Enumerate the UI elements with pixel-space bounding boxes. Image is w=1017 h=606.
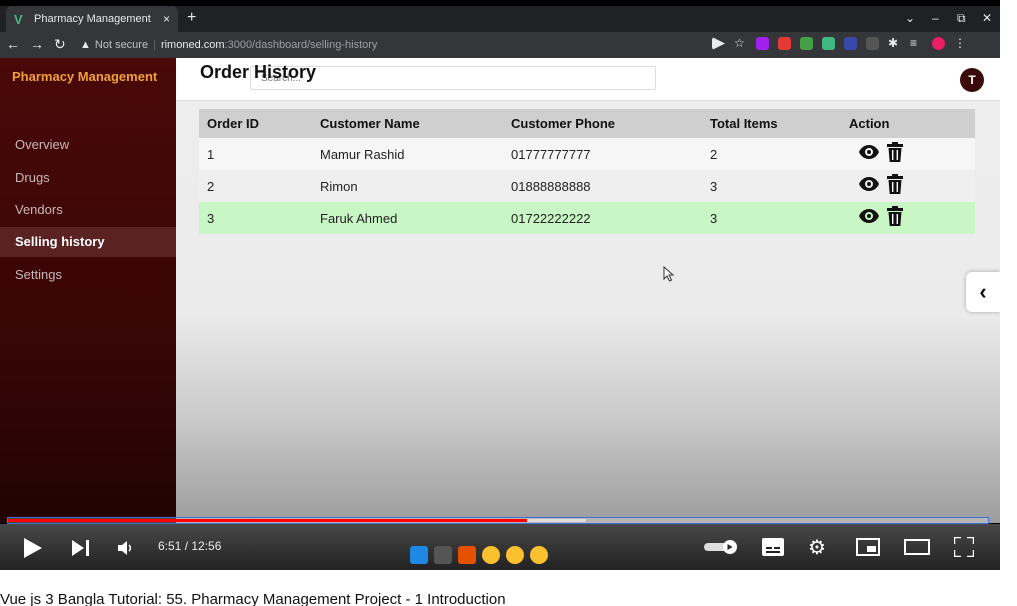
theater-mode-icon[interactable] (904, 539, 930, 555)
header-customer-name: Customer Name (320, 116, 420, 131)
sidebar-item-vendors[interactable]: Vendors (0, 195, 176, 225)
extension-icon[interactable] (866, 37, 879, 50)
extensions-area: ☆ ✱ ≡ ⋮ (712, 37, 967, 50)
header-action: Action (849, 116, 890, 131)
close-window-icon[interactable]: ✕ (982, 11, 992, 25)
minimize-icon[interactable]: – (932, 11, 939, 25)
tab-close-icon[interactable]: × (163, 12, 170, 26)
customer-phone: 01777777777 (511, 146, 591, 162)
header-total-items: Total Items (710, 116, 778, 131)
chrome-icon (482, 546, 500, 564)
brand-title: Pharmacy Management (12, 69, 158, 84)
video-title: Vue js 3 Bangla Tutorial: 55. Pharmacy M… (0, 591, 506, 606)
new-tab-button[interactable]: + (187, 9, 196, 27)
row-actions (859, 174, 903, 194)
header-order-id: Order ID (207, 116, 260, 131)
customer-name: Faruk Ahmed (320, 210, 398, 226)
url-host: rimoned.com (160, 39, 225, 51)
next-icon[interactable] (72, 540, 90, 556)
url-path: :3000/dashboard/selling-history (224, 39, 378, 51)
table-row: 3 Faruk Ahmed 01722222222 3 (199, 202, 975, 234)
vscode-icon (410, 546, 428, 564)
order-id: 2 (207, 178, 215, 194)
warning-icon: ▲ (80, 39, 91, 51)
table-row: 1 Mamur Rashid 01777777777 2 (199, 138, 975, 170)
star-icon[interactable]: ☆ (734, 37, 747, 50)
total-items: 3 (710, 178, 718, 194)
vue-icon: V (14, 11, 23, 27)
kebab-menu-icon[interactable]: ⋮ (954, 37, 967, 50)
subtitles-icon[interactable] (762, 538, 784, 556)
row-actions (859, 206, 903, 226)
trash-icon[interactable] (887, 206, 903, 226)
browser-tab-bar: V Pharmacy Management × + ⌄ – ⧉ ✕ (0, 6, 1000, 32)
sidebar-item-selling-history[interactable]: Selling history (0, 227, 176, 257)
chrome-icon (506, 546, 524, 564)
url-field[interactable]: ▲ Not secure | rimoned.com :3000/dashboa… (80, 35, 700, 55)
autoplay-toggle-icon[interactable] (704, 540, 738, 554)
extension-icon[interactable] (800, 37, 813, 50)
header-customer-phone: Customer Phone (511, 116, 616, 131)
player-controls: 6:51 / 12:56 ⚙ (0, 524, 1000, 570)
back-icon[interactable]: ← (6, 36, 20, 52)
time-display: 6:51 / 12:56 (158, 539, 222, 553)
app-icon (458, 546, 476, 564)
customer-phone: 01722222222 (511, 210, 591, 226)
not-secure-label: Not secure (94, 39, 149, 51)
extension-icon[interactable] (778, 37, 791, 50)
sidebar-item-settings[interactable]: Settings (0, 260, 176, 290)
url-separator: | (153, 39, 156, 51)
order-table: Order ID Customer Name Customer Phone To… (199, 109, 975, 234)
forward-icon[interactable]: → (30, 36, 44, 52)
played-bar (8, 519, 528, 522)
total-items: 3 (710, 210, 718, 226)
page-title: Order History (200, 62, 317, 82)
gear-icon[interactable]: ⚙ (808, 535, 826, 560)
fullscreen-icon[interactable] (954, 537, 974, 557)
restore-icon[interactable]: ⧉ (957, 11, 966, 26)
order-id: 1 (207, 146, 215, 162)
puzzle-icon[interactable]: ✱ (888, 37, 901, 50)
vue-devtools-icon[interactable] (822, 37, 835, 50)
tab-title: Pharmacy Management (34, 13, 151, 25)
customer-name: Rimon (320, 178, 358, 194)
trash-icon[interactable] (887, 174, 903, 194)
table-header-row: Order ID Customer Name Customer Phone To… (199, 109, 975, 138)
order-id: 3 (207, 210, 215, 226)
play-icon[interactable] (24, 538, 42, 558)
video-progress-bar[interactable] (7, 517, 989, 524)
video-frame[interactable]: V Pharmacy Management × + ⌄ – ⧉ ✕ ← → ↻ … (0, 0, 1000, 570)
customer-phone: 01888888888 (511, 178, 591, 194)
table-row: 2 Rimon 01888888888 3 (199, 170, 975, 202)
avatar[interactable]: T (960, 68, 984, 92)
trash-icon[interactable] (887, 142, 903, 162)
browser-tab[interactable]: V Pharmacy Management × (6, 6, 178, 32)
profile-icon[interactable] (932, 37, 945, 50)
chrome-icon (530, 546, 548, 564)
extension-icon[interactable] (756, 37, 769, 50)
sidebar-item-overview[interactable]: Overview (0, 130, 176, 160)
customer-name: Mamur Rashid (320, 146, 405, 162)
reload-icon[interactable]: ↻ (54, 36, 66, 53)
send-icon[interactable] (712, 37, 725, 50)
reading-list-icon[interactable]: ≡ (910, 37, 923, 50)
terminal-icon (434, 546, 452, 564)
miniplayer-icon[interactable] (856, 538, 880, 556)
sidebar-item-drugs[interactable]: Drugs (0, 163, 176, 193)
eye-icon[interactable] (859, 209, 879, 223)
mouse-pointer-icon (663, 266, 675, 282)
volume-icon[interactable] (118, 541, 132, 555)
browser-address-bar: ← → ↻ ▲ Not secure | rimoned.com :3000/d… (0, 32, 1000, 58)
eye-icon[interactable] (859, 177, 879, 191)
row-actions (859, 142, 903, 162)
extension-icon[interactable] (844, 37, 857, 50)
sidebar: Pharmacy Management Overview Drugs Vendo… (0, 58, 176, 523)
eye-icon[interactable] (859, 145, 879, 159)
chevron-left-icon[interactable]: ‹ (966, 272, 1000, 312)
background-taskbar (410, 546, 548, 564)
total-items: 2 (710, 146, 718, 162)
chevron-down-icon[interactable]: ⌄ (905, 11, 915, 25)
